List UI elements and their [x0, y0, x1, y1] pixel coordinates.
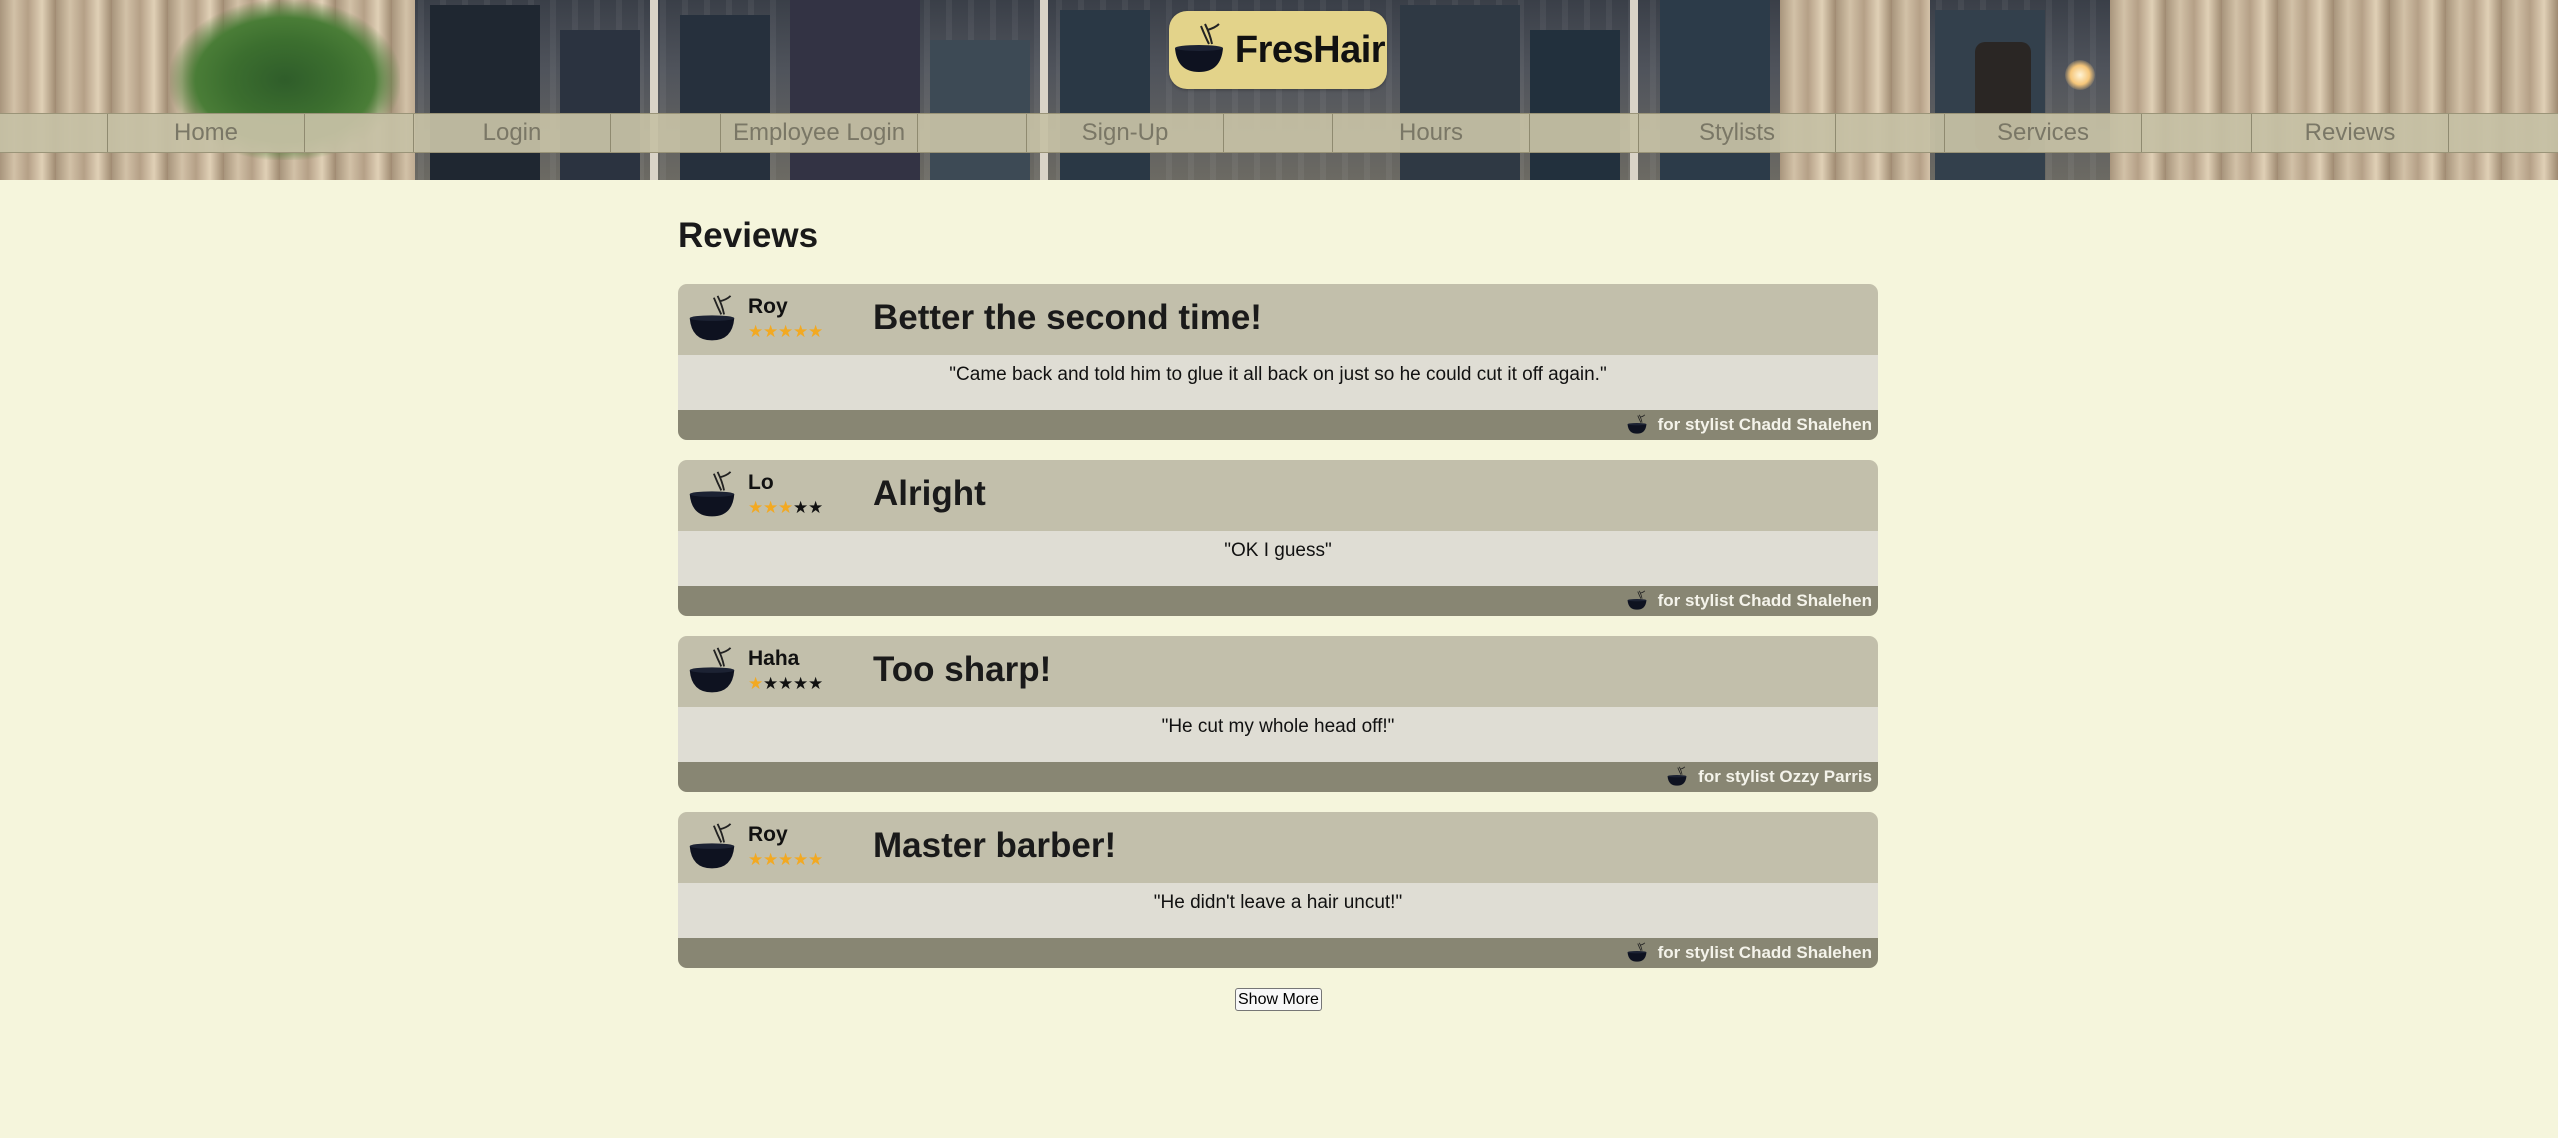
nav-home[interactable]: Home	[107, 114, 305, 152]
review-title: Master barber!	[873, 826, 1117, 865]
review-title: Too sharp!	[873, 650, 1052, 689]
site-title: FresHair	[1234, 28, 1386, 71]
review-body: "He didn't leave a hair uncut!"	[678, 883, 1878, 938]
review-author: Haha	[748, 647, 800, 670]
star-filled-icon: ★	[808, 850, 824, 869]
review-header: Lo ★ ★ ★ ★ ★ Alright	[678, 460, 1878, 531]
review-rating: ★ ★ ★ ★ ★	[748, 675, 823, 693]
nav-services[interactable]: Services	[1944, 114, 2142, 152]
star-filled-icon: ★	[793, 322, 809, 341]
nav-hours[interactable]: Hours	[1332, 114, 1530, 152]
show-more-button[interactable]: Show More	[1235, 988, 1322, 1011]
review-stylist: for stylist Chadd Shalehen	[1657, 415, 1872, 434]
avatar-bowl-icon	[689, 295, 735, 341]
review-rating: ★ ★ ★ ★ ★	[748, 323, 823, 341]
star-empty-icon: ★	[793, 498, 809, 517]
review-body: "Came back and told him to glue it all b…	[678, 355, 1878, 410]
stylist-bowl-icon	[1627, 590, 1646, 610]
review-title: Alright	[873, 474, 986, 513]
review-header: Roy ★ ★ ★ ★ ★ Better the second time!	[678, 284, 1878, 355]
site-logo[interactable]: FresHair	[1169, 11, 1387, 89]
star-filled-icon: ★	[808, 322, 824, 341]
stylist-bowl-icon	[1627, 942, 1646, 962]
stylist-bowl-icon	[1627, 414, 1646, 434]
stylist-bowl-icon	[1667, 766, 1687, 786]
avatar-bowl-icon	[689, 823, 735, 869]
nav-employee-login[interactable]: Employee Login	[720, 114, 918, 152]
review-card: Roy ★ ★ ★ ★ ★ Master barber! "He didn't leav…	[678, 812, 1878, 968]
star-empty-icon: ★	[778, 674, 794, 693]
review-author: Roy	[748, 823, 788, 846]
star-filled-icon: ★	[778, 322, 794, 341]
star-empty-icon: ★	[808, 674, 824, 693]
star-empty-icon: ★	[793, 674, 809, 693]
review-stylist: for stylist Ozzy Parris	[1698, 767, 1872, 786]
lamp-decoration	[2065, 60, 2095, 90]
star-empty-icon: ★	[763, 674, 779, 693]
review-title: Better the second time!	[873, 298, 1262, 337]
bowl-icon	[1174, 23, 1223, 72]
review-footer: for stylist Chadd Shalehen	[678, 586, 1878, 616]
review-header: Roy ★ ★ ★ ★ ★ Master barber!	[678, 812, 1878, 883]
review-footer: for stylist Chadd Shalehen	[678, 410, 1878, 440]
review-card: Lo ★ ★ ★ ★ ★ Alright "OK I guess" for stylis…	[678, 460, 1878, 616]
star-filled-icon: ★	[763, 498, 779, 517]
star-filled-icon: ★	[748, 674, 764, 693]
star-filled-icon: ★	[778, 498, 794, 517]
nav-reviews[interactable]: Reviews	[2251, 114, 2449, 152]
page-title: Reviews	[678, 216, 819, 255]
main-nav: Home Login Employee Login Sign-Up Hours …	[0, 113, 2558, 153]
site-header: FresHair Home Login Employee Login Sign-…	[0, 0, 2558, 180]
review-author: Lo	[748, 471, 774, 494]
review-body: "He cut my whole head off!"	[678, 707, 1878, 762]
review-header: Haha ★ ★ ★ ★ ★ Too sharp!	[678, 636, 1878, 707]
review-author: Roy	[748, 295, 788, 318]
star-filled-icon: ★	[793, 850, 809, 869]
review-stylist: for stylist Chadd Shalehen	[1657, 591, 1872, 610]
review-stylist: for stylist Chadd Shalehen	[1657, 943, 1872, 962]
nav-login[interactable]: Login	[413, 114, 611, 152]
review-text: "He cut my whole head off!"	[1161, 716, 1395, 737]
curtain-middle	[1780, 0, 1930, 180]
star-filled-icon: ★	[748, 498, 764, 517]
nav-sign-up[interactable]: Sign-Up	[1026, 114, 1224, 152]
review-text: "Came back and told him to glue it all b…	[949, 364, 1607, 385]
review-rating: ★ ★ ★ ★ ★	[748, 499, 823, 517]
review-body: "OK I guess"	[678, 531, 1878, 586]
review-footer: for stylist Ozzy Parris	[678, 762, 1878, 792]
review-text: "He didn't leave a hair uncut!"	[1153, 892, 1403, 913]
avatar-bowl-icon	[689, 471, 735, 517]
review-card: Haha ★ ★ ★ ★ ★ Too sharp! "He cut my whole h…	[678, 636, 1878, 792]
review-card: Roy ★ ★ ★ ★ ★ Better the second time! "Came …	[678, 284, 1878, 440]
star-filled-icon: ★	[763, 850, 779, 869]
review-rating: ★ ★ ★ ★ ★	[748, 851, 823, 869]
star-empty-icon: ★	[808, 498, 824, 517]
star-filled-icon: ★	[748, 322, 764, 341]
review-text: "OK I guess"	[1224, 540, 1332, 561]
avatar-bowl-icon	[689, 647, 735, 693]
star-filled-icon: ★	[778, 850, 794, 869]
curtain-right	[2110, 0, 2558, 180]
review-footer: for stylist Chadd Shalehen	[678, 938, 1878, 968]
nav-stylists[interactable]: Stylists	[1638, 114, 1836, 152]
star-filled-icon: ★	[763, 322, 779, 341]
star-filled-icon: ★	[748, 850, 764, 869]
